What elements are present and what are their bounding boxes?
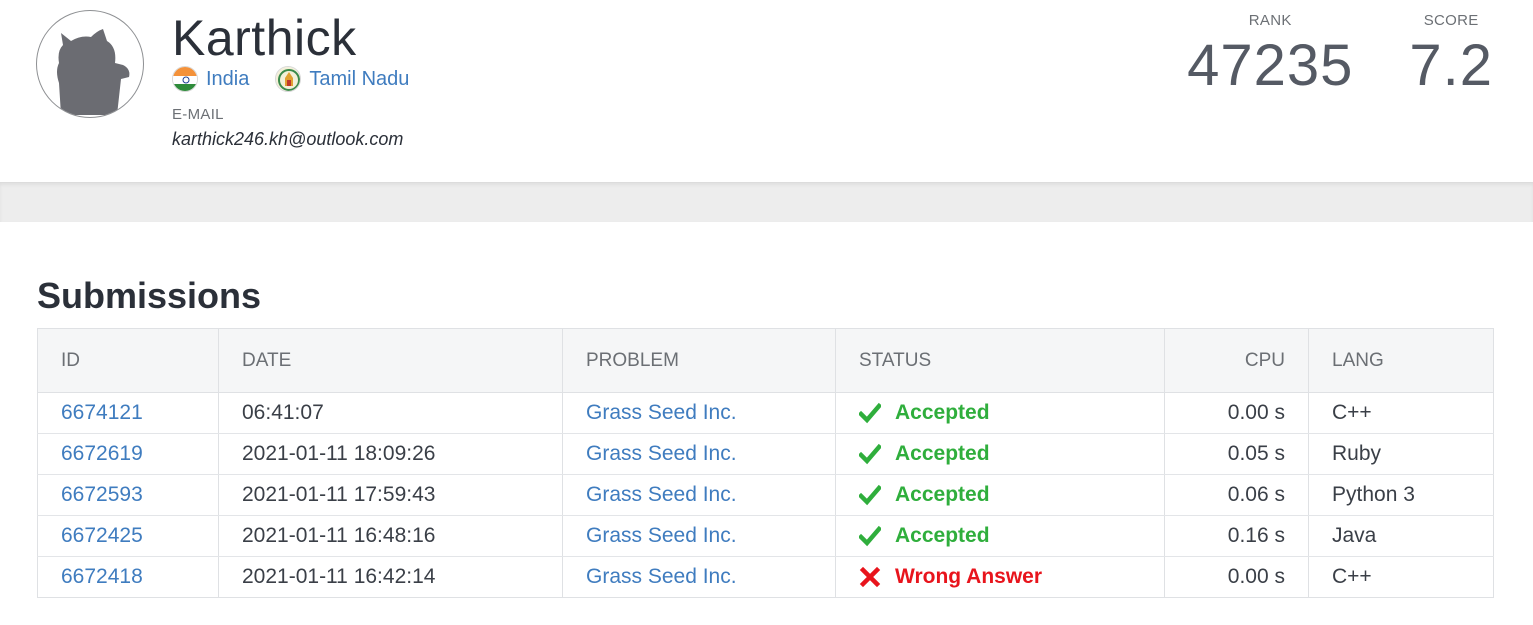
problem-link[interactable]: Grass Seed Inc.: [586, 565, 737, 588]
user-name: Karthick: [172, 10, 357, 66]
submission-id-cell: 6674121: [37, 392, 219, 434]
score-label: SCORE: [1423, 12, 1479, 29]
column-header-id: ID: [37, 328, 219, 393]
submission-cpu: 0.00 s: [1164, 392, 1309, 434]
score-stat: SCORE 7.2: [1409, 12, 1493, 97]
india-flag-icon: [172, 66, 198, 92]
submission-status-cell: Accepted: [835, 392, 1165, 434]
submission-problem-cell: Grass Seed Inc.: [562, 392, 836, 434]
submission-date: 2021-01-11 18:09:26: [218, 433, 563, 475]
submission-cpu: 0.16 s: [1164, 515, 1309, 557]
email-value: karthick246.kh@outlook.com: [172, 129, 404, 149]
submission-problem-cell: Grass Seed Inc.: [562, 474, 836, 516]
submissions-table-body: 6674121 06:41:07 Grass Seed Inc. Accepted 0.…: [37, 392, 1494, 598]
check-icon: [857, 484, 883, 506]
email-label: E-MAIL: [172, 106, 224, 123]
section-divider: [0, 182, 1533, 222]
status-text: Accepted: [895, 483, 990, 506]
profile-header: Karthick India Tamil Nadu E-MAIL karthic…: [0, 0, 1533, 182]
submission-date: 2021-01-11 16:48:16: [218, 515, 563, 557]
submission-lang: Java: [1308, 515, 1494, 557]
submission-cpu: 0.06 s: [1164, 474, 1309, 516]
submission-id-link[interactable]: 6672619: [61, 442, 143, 465]
status-text: Accepted: [895, 524, 990, 547]
submissions-title: Submissions: [37, 275, 262, 316]
status-badge: Accepted: [857, 483, 1141, 507]
submission-id-link[interactable]: 6672593: [61, 483, 143, 506]
submission-id-link[interactable]: 6674121: [61, 401, 143, 424]
user-info: Karthick India Tamil Nadu E-MAIL karthic…: [172, 10, 435, 150]
status-badge: Wrong Answer: [859, 565, 1141, 589]
tamil-nadu-emblem-icon: [275, 66, 302, 92]
rank-stat: RANK 47235: [1187, 12, 1353, 97]
submission-cpu: 0.05 s: [1164, 433, 1309, 475]
submission-problem-cell: Grass Seed Inc.: [562, 515, 836, 557]
table-row: 6672425 2021-01-11 16:48:16 Grass Seed Inc…: [37, 515, 1494, 557]
problem-link[interactable]: Grass Seed Inc.: [586, 442, 737, 465]
submission-lang: Python 3: [1308, 474, 1494, 516]
cross-icon: [859, 566, 881, 588]
status-text: Wrong Answer: [895, 565, 1043, 588]
check-icon: [857, 525, 883, 547]
submission-lang: C++: [1308, 392, 1494, 434]
user-locations: India Tamil Nadu: [172, 66, 435, 92]
submissions-section: Submissions ID DATE PROBLEM STATUS CPU L…: [0, 222, 1533, 598]
check-icon: [857, 443, 883, 465]
submission-status-cell: Accepted: [835, 474, 1165, 516]
rank-value: 47235: [1187, 33, 1354, 98]
submission-date: 06:41:07: [218, 392, 563, 434]
column-header-problem: PROBLEM: [562, 328, 836, 393]
column-header-cpu: CPU: [1164, 328, 1309, 393]
problem-link[interactable]: Grass Seed Inc.: [586, 483, 737, 506]
column-header-lang: LANG: [1308, 328, 1494, 393]
submission-lang: Ruby: [1308, 433, 1494, 475]
check-icon: [857, 402, 883, 424]
submission-lang: C++: [1332, 565, 1372, 588]
submissions-table: ID DATE PROBLEM STATUS CPU LANG 6674121 0…: [37, 328, 1494, 598]
submission-id-cell: 6672425: [37, 515, 219, 557]
default-avatar-icon: [57, 29, 130, 115]
status-text: Accepted: [895, 401, 990, 424]
status-badge: Accepted: [857, 442, 1141, 466]
region-name: Tamil Nadu: [309, 67, 410, 90]
submission-problem-cell: Grass Seed Inc.: [562, 556, 836, 598]
table-row: 6672619 2021-01-11 18:09:26 Grass Seed Inc…: [37, 433, 1494, 475]
submission-date: 2021-01-11 16:42:14: [218, 556, 563, 598]
problem-link[interactable]: Grass Seed Inc.: [586, 524, 737, 547]
region-link[interactable]: Tamil Nadu: [275, 66, 409, 92]
table-header-row: ID DATE PROBLEM STATUS CPU LANG: [37, 328, 1494, 393]
table-row: 6672418 2021-01-11 16:42:14 Grass Seed Inc…: [37, 556, 1494, 598]
submission-id-link[interactable]: 6672418: [61, 565, 143, 588]
status-badge: Accepted: [857, 401, 1141, 425]
column-header-status: STATUS: [835, 328, 1165, 393]
country-name: India: [206, 67, 250, 90]
submission-id-cell: 6672619: [37, 433, 219, 475]
submission-cpu: 0.00 s: [1164, 556, 1309, 598]
submission-id-cell: 6672418: [37, 556, 219, 598]
submission-id-cell: 6672593: [37, 474, 219, 516]
submission-status-cell: Wrong Answer: [835, 556, 1165, 598]
problem-link[interactable]: Grass Seed Inc.: [586, 401, 737, 424]
score-value: 7.2: [1409, 33, 1493, 98]
column-header-date: DATE: [218, 328, 563, 393]
table-row: 6674121 06:41:07 Grass Seed Inc. Accepted 0.…: [37, 392, 1494, 434]
submission-problem-cell: Grass Seed Inc.: [562, 433, 836, 475]
table-row: 6672593 2021-01-11 17:59:43 Grass Seed Inc…: [37, 474, 1494, 516]
avatar[interactable]: [36, 10, 144, 118]
submission-status-cell: Accepted: [835, 433, 1165, 475]
user-stats: RANK 47235 SCORE 7.2: [1187, 12, 1493, 97]
country-link[interactable]: India: [172, 66, 249, 92]
status-badge: Accepted: [857, 524, 1141, 548]
submission-date: 2021-01-11 17:59:43: [218, 474, 563, 516]
status-text: Accepted: [895, 442, 990, 465]
rank-label: RANK: [1248, 12, 1292, 29]
submission-id-link[interactable]: 6672425: [61, 524, 143, 547]
submission-status-cell: Accepted: [835, 515, 1165, 557]
